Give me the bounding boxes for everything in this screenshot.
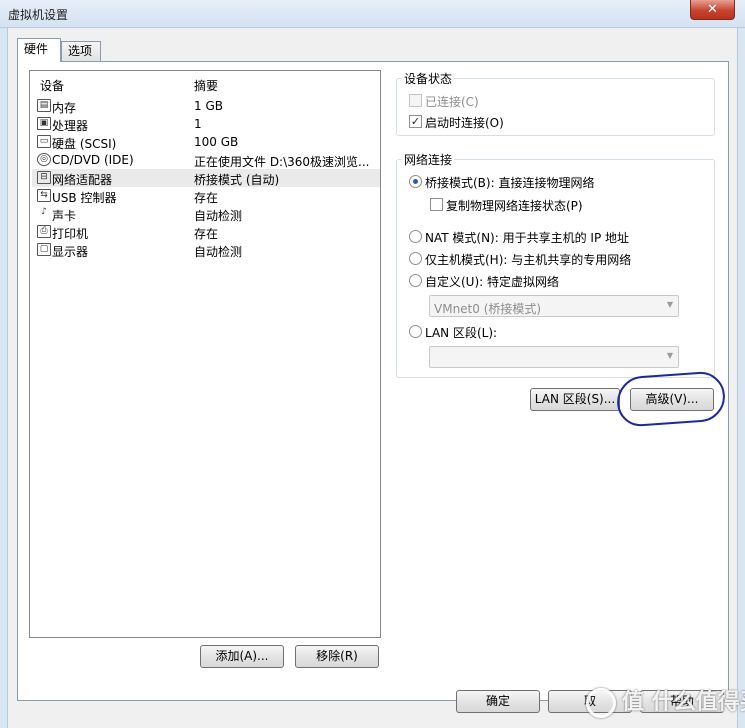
nat-label: NAT 模式(N): 用于共享主机的 IP 地址 [425, 231, 630, 245]
device-summary: 自动检测 [194, 209, 243, 223]
device-row-memory[interactable]: ▤ 内存 1 GB [32, 97, 380, 115]
device-row-usb[interactable]: ⇆ USB 控制器 存在 [32, 187, 380, 205]
bridged-radio[interactable] [409, 175, 422, 188]
tab-hardware[interactable]: 硬件 [17, 38, 61, 62]
lan-segment-radio[interactable] [409, 325, 422, 338]
bridged-label: 桥接模式(B): 直接连接物理网络 [425, 176, 595, 190]
ok-button[interactable]: 确定 [456, 690, 540, 713]
column-header-summary[interactable]: 摘要 [194, 77, 218, 94]
processor-icon: ▣ [37, 117, 51, 130]
connect-at-power-on-label: 启动时连接(O) [425, 116, 504, 130]
watermark: 值 什么值得买 [622, 683, 745, 723]
custom-network-select[interactable]: VMnet0 (桥接模式) ▼ [429, 295, 679, 317]
tab-options[interactable]: 选项 [61, 41, 101, 61]
device-name: 处理器 [52, 119, 89, 133]
replicate-state-label: 复制物理网络连接状态(P) [446, 199, 583, 213]
device-name: 显示器 [52, 245, 89, 259]
device-summary: 1 [194, 117, 202, 131]
watermark-logo-icon [586, 688, 616, 718]
device-name: CD/DVD (IDE) [52, 153, 134, 167]
close-button[interactable]: ✕ [690, 0, 735, 20]
device-name: 内存 [52, 101, 77, 115]
device-summary: 自动检测 [194, 245, 243, 259]
lan-segment-label: LAN 区段(L): [425, 326, 498, 340]
device-summary: 桥接模式 (自动) [194, 173, 280, 187]
device-row-network-adapter[interactable]: ⊟ 网络适配器 桥接模式 (自动) [32, 169, 380, 187]
network-connection-title: 网络连接 [402, 151, 455, 168]
add-button[interactable]: 添加(A)... [200, 645, 284, 668]
device-summary: 正在使用文件 D:\360极速浏览... [194, 155, 370, 169]
device-row-printer[interactable]: ⎙ 打印机 存在 [32, 223, 380, 241]
remove-button[interactable]: 移除(R) [295, 645, 379, 668]
device-row-harddisk[interactable]: ▭ 硬盘 (SCSI) 100 GB [32, 133, 380, 151]
device-row-display[interactable]: ▢ 显示器 自动检测 [32, 241, 380, 259]
memory-icon: ▤ [37, 99, 51, 112]
custom-network-select-value: VMnet0 (桥接模式) [434, 302, 542, 316]
network-adapter-icon: ⊟ [37, 171, 51, 184]
device-name: 硬盘 (SCSI) [52, 137, 117, 151]
device-summary: 存在 [194, 191, 219, 205]
host-only-radio[interactable] [409, 252, 422, 265]
nat-radio[interactable] [409, 230, 422, 243]
device-status-title: 设备状态 [402, 70, 455, 87]
column-header-device[interactable]: 设备 [40, 77, 64, 94]
hand-drawn-circle-annotation [615, 370, 727, 428]
device-name: 打印机 [52, 227, 89, 241]
cdrom-icon: ◎ [37, 153, 51, 166]
lan-segments-button[interactable]: LAN 区段(S)... [530, 388, 620, 411]
harddisk-icon: ▭ [37, 135, 51, 148]
device-list-header: 设备 摘要 [30, 71, 380, 93]
host-only-label: 仅主机模式(H): 与主机共享的专用网络 [425, 253, 632, 267]
replicate-state-checkbox[interactable] [430, 198, 443, 211]
device-list: 设备 摘要 ▤ 内存 1 GB ▣ 处理器 1 ▭ 硬盘 (SCSI) 100 … [29, 70, 381, 638]
connected-checkbox[interactable] [409, 94, 422, 107]
device-name: USB 控制器 [52, 191, 117, 205]
printer-icon: ⎙ [37, 225, 51, 238]
device-row-processor[interactable]: ▣ 处理器 1 [32, 115, 380, 133]
custom-label: 自定义(U): 特定虚拟网络 [425, 275, 560, 289]
device-summary: 存在 [194, 227, 219, 241]
chevron-down-icon: ▼ [666, 300, 673, 309]
device-summary: 100 GB [194, 135, 239, 149]
device-row-sound[interactable]: ♪ 声卡 自动检测 [32, 205, 380, 223]
display-icon: ▢ [37, 243, 51, 256]
usb-icon: ⇆ [37, 189, 51, 202]
watermark-text: 值 什么值得买 [622, 690, 745, 715]
window-title: 虚拟机设置 [8, 8, 69, 22]
device-name: 网络适配器 [52, 173, 113, 187]
sound-icon: ♪ [41, 207, 47, 217]
connect-at-power-on-checkbox[interactable]: ✓ [409, 115, 422, 128]
chevron-down-icon: ▼ [666, 351, 673, 360]
connected-label: 已连接(C) [425, 95, 479, 109]
title-bar: 虚拟机设置 ✕ [0, 0, 745, 28]
lan-segment-select[interactable]: ▼ [429, 346, 679, 368]
device-summary: 1 GB [194, 99, 223, 113]
device-row-cdrom[interactable]: ◎ CD/DVD (IDE) 正在使用文件 D:\360极速浏览... [32, 151, 380, 169]
device-name: 声卡 [52, 209, 77, 223]
custom-radio[interactable] [409, 274, 422, 287]
